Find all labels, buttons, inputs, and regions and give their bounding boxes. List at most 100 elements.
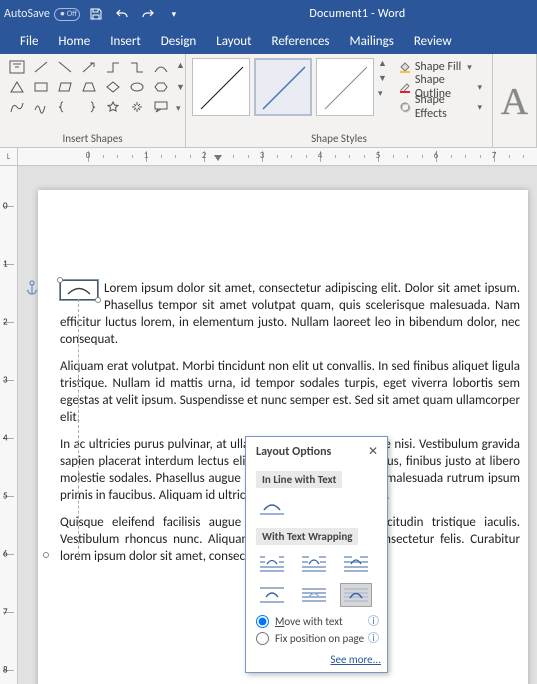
paint-bucket-icon bbox=[399, 61, 411, 73]
shape-elbow-icon[interactable] bbox=[102, 58, 124, 76]
autosave-label: AutoSave bbox=[4, 7, 50, 21]
paragraph-text: Aliquam erat volutpat. Morbi tincidunt n… bbox=[60, 359, 520, 425]
tab-home[interactable]: Home bbox=[48, 30, 100, 54]
shape-line-icon[interactable] bbox=[30, 58, 52, 76]
shape-effects-label: Shape Effects bbox=[415, 93, 472, 121]
see-more-link[interactable]: See more... bbox=[256, 653, 381, 666]
vertical-ruler[interactable]: 012345678 bbox=[0, 166, 18, 684]
radio-label: Move with text bbox=[275, 615, 343, 628]
style-more-icon[interactable]: ▾ bbox=[378, 88, 387, 99]
horizontal-ruler[interactable]: 0123456789 bbox=[18, 148, 537, 166]
shape-style-gallery[interactable] bbox=[192, 58, 374, 116]
shape-scribble-icon[interactable] bbox=[30, 98, 52, 116]
tab-insert[interactable]: Insert bbox=[100, 30, 151, 54]
shape-brace-icon[interactable] bbox=[54, 98, 76, 116]
radio-input[interactable] bbox=[256, 615, 269, 628]
info-icon[interactable]: i bbox=[368, 632, 379, 643]
shape-fill-label: Shape Fill bbox=[415, 60, 461, 74]
ribbon-tabs: File Home Insert Design Layout Reference… bbox=[0, 28, 537, 54]
style-scroll-up-icon[interactable]: ▲ bbox=[378, 58, 387, 69]
undo-icon[interactable] bbox=[114, 6, 130, 22]
tab-mailings[interactable]: Mailings bbox=[340, 30, 404, 54]
radio-move-with-text[interactable]: Move with text i bbox=[256, 615, 381, 628]
wrap-option-through[interactable] bbox=[340, 551, 372, 575]
wrap-option-behind[interactable] bbox=[298, 583, 330, 607]
redo-icon[interactable] bbox=[140, 6, 156, 22]
qat-dropdown-icon[interactable]: ▾ bbox=[166, 6, 182, 22]
wrap-option-square[interactable] bbox=[256, 551, 288, 575]
anchor-icon bbox=[25, 280, 39, 301]
shape-parallelogram-icon[interactable] bbox=[54, 78, 76, 96]
shape-diamond-icon[interactable] bbox=[102, 78, 124, 96]
shape-style-1[interactable] bbox=[192, 58, 250, 116]
shape-burst-icon[interactable] bbox=[126, 98, 148, 116]
tab-file[interactable]: File bbox=[10, 30, 48, 54]
shapes-gallery[interactable] bbox=[6, 58, 172, 116]
ribbon: ▲ ▼ ▾ Insert Shapes ▲ ▼ ▾ Shape Fill ▾ bbox=[0, 54, 537, 148]
inline-shape[interactable] bbox=[60, 280, 98, 300]
radio-fix-position[interactable]: Fix position on page i bbox=[256, 632, 381, 645]
tab-design[interactable]: Design bbox=[151, 30, 206, 54]
style-scroll-down-icon[interactable]: ▼ bbox=[378, 73, 387, 84]
document-workspace: L 0123456789 012345678 Lorem ipsum dolor… bbox=[0, 148, 537, 684]
shape-callout-icon[interactable] bbox=[150, 98, 172, 116]
save-icon[interactable] bbox=[88, 6, 104, 22]
autosave-toggle-icon[interactable]: ●Off bbox=[54, 8, 80, 21]
section-wrap-label: With Text Wrapping bbox=[256, 528, 358, 545]
wordart-style-thumb[interactable]: A bbox=[501, 80, 528, 124]
shape-rect-icon[interactable] bbox=[30, 78, 52, 96]
wrap-option-topbottom[interactable] bbox=[256, 583, 288, 607]
chevron-down-icon: ▾ bbox=[477, 82, 482, 93]
radio-label: Fix position on page bbox=[275, 632, 364, 645]
shape-effects-button[interactable]: Shape Effects▾ bbox=[395, 98, 486, 116]
selection-handle-icon[interactable] bbox=[57, 277, 63, 283]
ribbon-group-insert-shapes: ▲ ▼ ▾ Insert Shapes bbox=[0, 54, 186, 147]
wrap-option-infront[interactable] bbox=[340, 583, 372, 607]
shape-hexagon-icon[interactable] bbox=[150, 78, 172, 96]
wrap-option-tight[interactable] bbox=[298, 551, 330, 575]
autosave-control[interactable]: AutoSave ●Off bbox=[4, 7, 80, 21]
ribbon-group-shape-styles: ▲ ▼ ▾ Shape Fill▾ Shape Outline▾ Shape E… bbox=[186, 54, 493, 147]
selection-handle-icon[interactable] bbox=[95, 297, 101, 303]
ruler-corner-tabstop-icon[interactable]: L bbox=[0, 148, 18, 166]
shape-brace2-icon[interactable] bbox=[78, 98, 100, 116]
paragraph[interactable]: Aliquam erat volutpat. Morbi tincidunt n… bbox=[60, 358, 520, 426]
paragraph-text: Lorem ipsum dolor sit amet, consectetur … bbox=[60, 281, 520, 347]
selection-handle-icon[interactable] bbox=[43, 552, 49, 558]
tab-layout[interactable]: Layout bbox=[206, 30, 261, 54]
ribbon-group-wordart: A bbox=[493, 54, 537, 147]
shape-triangle-icon[interactable] bbox=[6, 78, 28, 96]
layout-options-popup: ✕ Layout Options In Line with Text With … bbox=[245, 436, 388, 673]
chevron-down-icon: ▾ bbox=[467, 62, 472, 73]
popup-title: Layout Options bbox=[256, 445, 381, 459]
tab-references[interactable]: References bbox=[262, 30, 340, 54]
gallery-scroll-up-icon[interactable]: ▲ bbox=[176, 60, 185, 71]
close-icon[interactable]: ✕ bbox=[365, 443, 381, 459]
radio-input[interactable] bbox=[256, 632, 269, 645]
shape-curved-icon[interactable] bbox=[150, 58, 172, 76]
chevron-down-icon: ▾ bbox=[477, 102, 482, 113]
shape-star-icon[interactable] bbox=[102, 98, 124, 116]
shape-trapezoid-icon[interactable] bbox=[78, 78, 100, 96]
effects-icon bbox=[399, 101, 411, 113]
shape-arrow-icon[interactable] bbox=[78, 58, 100, 76]
shape-style-2[interactable] bbox=[254, 58, 312, 116]
document-title: Document1 - Word bbox=[182, 7, 533, 21]
group-label-shape-styles: Shape Styles bbox=[192, 130, 486, 145]
title-bar: AutoSave ●Off ▾ Document1 - Word bbox=[0, 0, 537, 28]
info-icon[interactable]: i bbox=[368, 615, 379, 626]
wrap-option-inline[interactable] bbox=[256, 494, 288, 518]
gallery-scroll-down-icon[interactable]: ▼ bbox=[176, 82, 185, 93]
tab-review[interactable]: Review bbox=[404, 30, 462, 54]
group-label-insert-shapes: Insert Shapes bbox=[6, 130, 179, 145]
paragraph[interactable]: Lorem ipsum dolor sit amet, consectetur … bbox=[60, 280, 520, 348]
shape-textbox-icon[interactable] bbox=[6, 58, 28, 76]
shape-elbow2-icon[interactable] bbox=[126, 58, 148, 76]
selection-guide-line bbox=[78, 299, 79, 559]
gallery-more-icon[interactable]: ▾ bbox=[176, 103, 185, 114]
pen-outline-icon bbox=[399, 81, 411, 93]
shape-style-3[interactable] bbox=[316, 58, 374, 116]
shape-line2-icon[interactable] bbox=[54, 58, 76, 76]
shape-oval-icon[interactable] bbox=[126, 78, 148, 96]
shape-freeform-icon[interactable] bbox=[6, 98, 28, 116]
